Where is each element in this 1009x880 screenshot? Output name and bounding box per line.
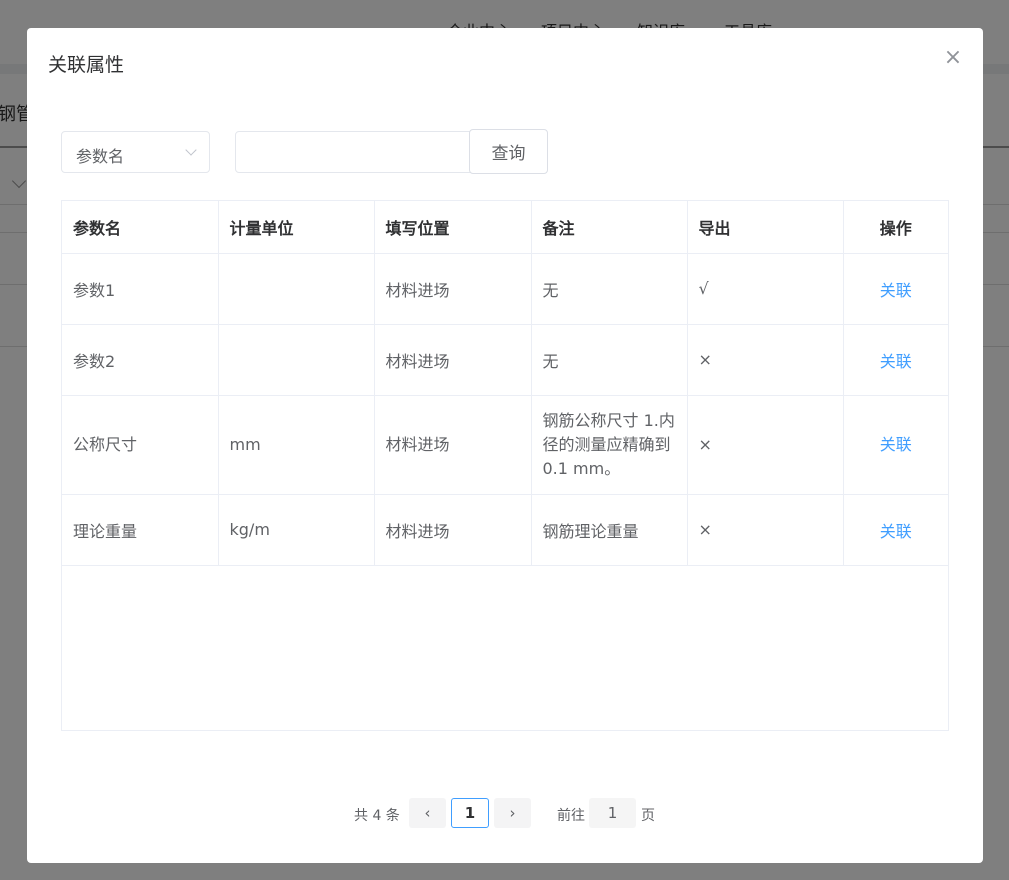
cell-unit: mm bbox=[218, 395, 375, 495]
close-icon[interactable]: × bbox=[943, 47, 963, 69]
cell-unit: kg/m bbox=[218, 494, 375, 566]
associate-link[interactable]: 关联 bbox=[880, 352, 912, 371]
cell-position: 材料进场 bbox=[374, 395, 532, 495]
cell-export: √ bbox=[687, 253, 844, 325]
cell-export: × bbox=[687, 324, 844, 396]
column-header-name: 参数名 bbox=[62, 201, 219, 254]
table-row: 参数1 材料进场 无 √ 关联 bbox=[62, 253, 948, 325]
column-header-export: 导出 bbox=[687, 201, 844, 254]
cell-action: 关联 bbox=[843, 324, 948, 396]
search-input[interactable] bbox=[235, 131, 471, 173]
table-row: 参数2 材料进场 无 × 关联 bbox=[62, 324, 948, 396]
cell-note: 钢筋公称尺寸 1.内径的测量应精确到0.1 mm。 bbox=[531, 395, 688, 495]
goto-page-input[interactable] bbox=[589, 798, 636, 828]
cell-name: 理论重量 bbox=[62, 494, 219, 566]
cell-position: 材料进场 bbox=[374, 253, 532, 325]
pagination: 共 4 条 ‹ 1 › 前往 页 bbox=[27, 798, 983, 830]
query-button[interactable]: 查询 bbox=[469, 129, 548, 174]
prev-page-button[interactable]: ‹ bbox=[409, 798, 446, 828]
column-header-unit: 计量单位 bbox=[218, 201, 375, 254]
goto-label: 前往 bbox=[557, 808, 585, 824]
chevron-down-icon bbox=[185, 144, 197, 156]
cell-position: 材料进场 bbox=[374, 494, 532, 566]
cell-name: 参数1 bbox=[62, 253, 219, 325]
table-header-row: 参数名 计量单位 填写位置 备注 导出 操作 bbox=[62, 201, 948, 254]
cell-name: 参数2 bbox=[62, 324, 219, 396]
cell-unit bbox=[218, 324, 375, 396]
cell-note: 无 bbox=[531, 324, 688, 396]
pagination-total: 共 4 条 bbox=[354, 808, 400, 824]
page-number-button[interactable]: 1 bbox=[451, 798, 489, 828]
dialog-title: 关联属性 bbox=[48, 54, 125, 76]
cell-name: 公称尺寸 bbox=[62, 395, 219, 495]
cell-export: × bbox=[687, 494, 844, 566]
associate-link[interactable]: 关联 bbox=[880, 281, 912, 300]
attributes-table: 参数名 计量单位 填写位置 备注 导出 操作 参数1 材料进场 无 √ 关联 参… bbox=[61, 200, 949, 731]
associate-link[interactable]: 关联 bbox=[880, 435, 912, 454]
cell-note: 钢筋理论重量 bbox=[531, 494, 688, 566]
cell-action: 关联 bbox=[843, 494, 948, 566]
associate-attributes-dialog: 关联属性 × 参数名 查询 参数名 计量单位 填写位置 备注 导出 操作 参数1… bbox=[27, 28, 983, 863]
cell-unit bbox=[218, 253, 375, 325]
column-header-action: 操作 bbox=[843, 201, 948, 254]
page-unit-label: 页 bbox=[641, 808, 655, 824]
column-header-position: 填写位置 bbox=[374, 201, 532, 254]
associate-link[interactable]: 关联 bbox=[880, 522, 912, 541]
table-row: 理论重量 kg/m 材料进场 钢筋理论重量 × 关联 bbox=[62, 494, 948, 566]
field-select-value: 参数名 bbox=[76, 147, 125, 166]
cell-action: 关联 bbox=[843, 395, 948, 495]
cell-action: 关联 bbox=[843, 253, 948, 325]
cell-note: 无 bbox=[531, 253, 688, 325]
cell-position: 材料进场 bbox=[374, 324, 532, 396]
column-header-note: 备注 bbox=[531, 201, 688, 254]
next-page-button[interactable]: › bbox=[494, 798, 531, 828]
cell-export: × bbox=[687, 395, 844, 495]
field-select[interactable]: 参数名 bbox=[61, 131, 210, 173]
table-row: 公称尺寸 mm 材料进场 钢筋公称尺寸 1.内径的测量应精确到0.1 mm。 ×… bbox=[62, 395, 948, 495]
